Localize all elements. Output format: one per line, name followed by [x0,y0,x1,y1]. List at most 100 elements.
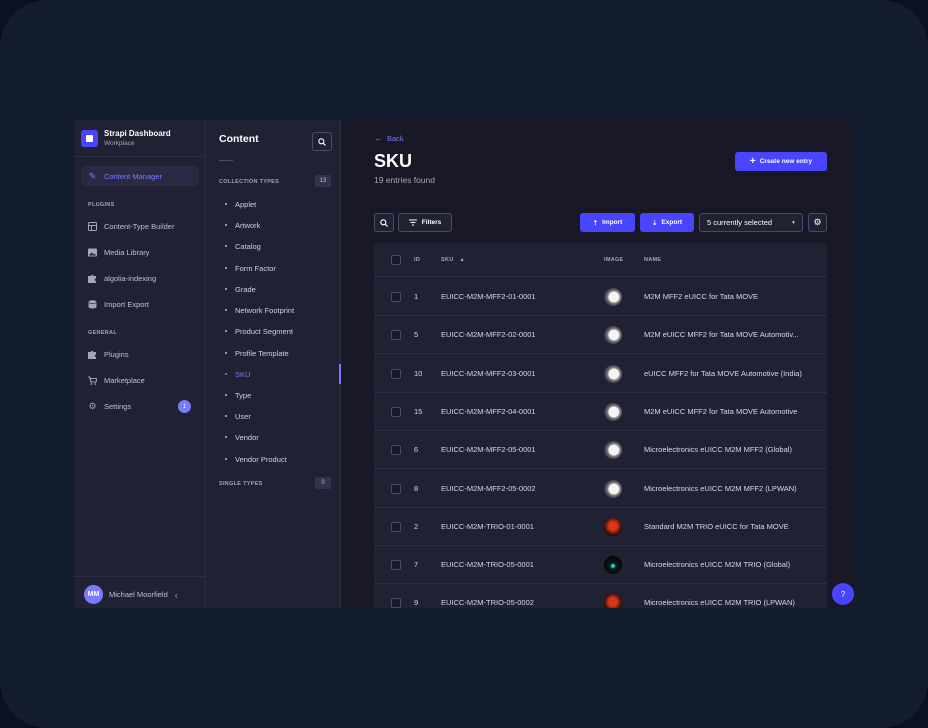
cell-name: Standard M2M TRIO eUICC for Tata MOVE [644,521,789,531]
brand[interactable]: Strapi Dashboard Workplace [81,129,171,148]
create-new-entry-button[interactable]: + Create new entry [735,152,827,171]
cell-id: 10 [414,368,423,378]
row-checkbox[interactable] [391,406,401,417]
cell-name: eUICC MFF2 for Tata MOVE Automotive (Ind… [644,368,802,378]
subnav-item-applet[interactable]: Applet [225,195,340,213]
product-thumbnail [604,441,622,460]
search-button[interactable] [374,213,394,232]
sidebar-item-content-manager[interactable]: ✎ Content Manager [81,166,199,186]
sidebar-item-media-library[interactable]: Media Library [81,242,199,262]
subnav-item-profile-template[interactable]: Profile Template [225,344,340,362]
subnav-search-button[interactable] [312,132,332,151]
product-thumbnail [604,402,622,421]
window-frame: Strapi Dashboard Workplace ✎ Content Man… [0,0,928,728]
table-row[interactable]: 1 EUICC-M2M-MFF2-01-0001 M2M MFF2 eUICC fo… [374,278,827,316]
cell-name: Microelectronics eUICC M2M MFF2 (LPWAN) [644,483,797,493]
row-checkbox[interactable] [391,445,401,456]
strapi-logo-icon [81,130,98,147]
export-button[interactable]: ⇣ Export [640,213,694,232]
import-button[interactable]: ⇡ Import [580,213,635,232]
image-icon [88,248,97,257]
cell-id: 8 [414,483,419,493]
table-row[interactable]: 5 EUICC-M2M-MFF2-02-0001 M2M eUICC MFF2 fo… [374,316,827,355]
subnav-title: Content [219,133,259,145]
help-button[interactable]: ? [832,583,854,605]
table-row[interactable]: 9 EUICC-M2M-TRIO-05-0002 Microelectronics … [374,584,827,608]
header-sku[interactable]: SKU ▲ [441,257,465,263]
product-thumbnail [604,479,622,498]
user-name: Michael Moorfield [109,590,168,599]
sidebar-item-settings[interactable]: ⚙ Settings 1 [81,396,199,416]
sidebar-item-label: algolia-indexing [104,273,157,283]
sidebar-item-label: Content-Type Builder [104,221,175,231]
table-row[interactable]: 2 EUICC-M2M-TRIO-01-0001 Standard M2M TRIO… [374,508,827,546]
row-checkbox[interactable] [391,292,401,302]
subnav-item-form-factor[interactable]: Form Factor [225,259,340,277]
entries-count: 19 entries found [374,175,435,185]
subnav-item-product-segment[interactable]: Product Segment [225,322,340,340]
arrow-left-icon: ← [374,133,383,143]
sidebar-item-content-type-builder[interactable]: Content-Type Builder [81,216,199,236]
selection-dropdown[interactable]: 5 currently selected ▼ [699,213,803,232]
table-row[interactable]: 10 EUICC-M2M-MFF2-03-0001 eUICC MFF2 for T… [374,355,827,393]
product-thumbnail [604,364,622,383]
cell-id: 9 [414,598,419,608]
collapse-chevron-icon[interactable]: ‹ [175,590,178,600]
download-icon: ⇣ [651,219,658,227]
divider [219,160,233,161]
subnav-item-grade[interactable]: Grade [225,280,340,298]
subnav-item-artwork[interactable]: Artwork [225,216,340,234]
pencil-icon: ✎ [88,170,97,181]
plugins-section-title: PLUGINS [88,202,115,208]
search-icon [380,218,388,227]
sidebar-item-plugins[interactable]: Plugins [81,344,199,364]
row-checkbox[interactable] [391,521,401,532]
table-row[interactable]: 6 EUICC-M2M-MFF2-05-0001 Microelectronics … [374,431,827,470]
sidebar-item-label: Plugins [104,349,129,359]
back-link[interactable]: ← Back [374,133,404,143]
table-row[interactable]: 15 EUICC-M2M-MFF2-04-0001 M2M eUICC MFF2 f… [374,393,827,431]
content-subnav: Content COLLECTION TYPES 13 Applet Artwo… [206,120,341,608]
sidebar-item-marketplace[interactable]: Marketplace [81,370,199,390]
product-thumbnail [604,517,622,536]
avatar: MM [84,585,103,604]
cell-name: Microelectronics eUICC M2M MFF2 (Global) [644,445,792,455]
cell-name: Microelectronics eUICC M2M TRIO (LPWAN) [644,598,795,608]
subnav-item-user[interactable]: User [225,407,340,425]
sidebar-item-label: Settings [104,401,132,411]
subnav-item-vendor[interactable]: Vendor [225,428,340,446]
sidebar-item-import-export[interactable]: Import Export [81,294,199,314]
cell-name: M2M MFF2 eUICC for Tata MOVE [644,292,759,301]
product-thumbnail [604,556,622,575]
cell-id: 5 [414,330,419,340]
row-checkbox[interactable] [391,560,401,571]
table-row[interactable]: 8 EUICC-M2M-MFF2-05-0002 Microelectronics … [374,470,827,508]
table-row[interactable]: 7 EUICC-M2M-TRIO-05-0001 Microelectronics … [374,546,827,585]
general-section-title: GENERAL [88,330,117,336]
sidebar-item-label: Marketplace [104,375,145,385]
search-icon [318,137,326,146]
sort-up-icon: ▲ [459,257,466,263]
header-name[interactable]: NAME [644,257,661,263]
gear-icon: ⚙ [813,217,822,227]
row-checkbox[interactable] [391,598,401,608]
header-id[interactable]: ID [414,257,420,263]
row-checkbox[interactable] [391,368,401,379]
row-checkbox[interactable] [391,483,401,494]
sidebar-item-algolia-indexing[interactable]: algolia-indexing [81,268,199,288]
main-sidebar: Strapi Dashboard Workplace ✎ Content Man… [74,120,206,608]
cell-id: 6 [414,445,419,455]
table-settings-button[interactable]: ⚙ [808,213,827,232]
user-menu[interactable]: MM Michael Moorfield ‹ [84,585,178,604]
subnav-item-vendor-product[interactable]: Vendor Product [225,450,340,468]
filters-button[interactable]: Filters [398,213,452,232]
subnav-item-network-footprint[interactable]: Network Footprint [225,301,340,319]
select-all-checkbox[interactable] [391,255,401,265]
gear-icon: ⚙ [88,400,97,411]
subnav-item-type[interactable]: Type [225,386,340,404]
subnav-item-sku[interactable]: SKU [225,365,340,383]
subnav-item-catalog[interactable]: Catalog [225,237,340,255]
brand-subtitle: Workplace [104,140,135,147]
cell-sku: EUICC-M2M-MFF2-05-0001 [441,445,536,455]
row-checkbox[interactable] [391,330,401,341]
